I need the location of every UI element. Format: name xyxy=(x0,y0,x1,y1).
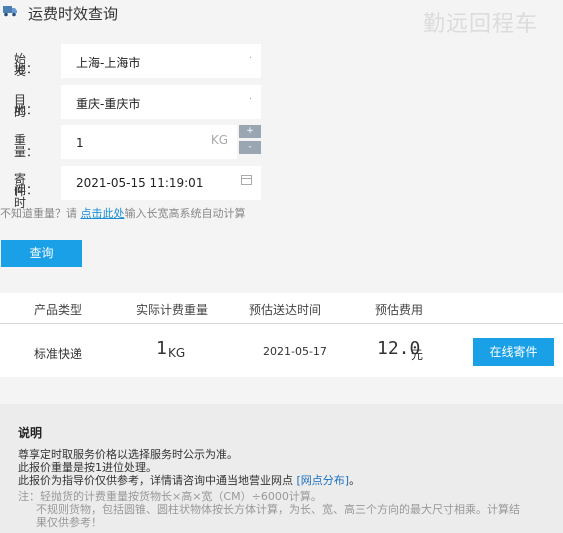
weight-label: 重量： xyxy=(14,133,39,159)
origin-label-line2: 地： xyxy=(14,62,39,76)
notes-line-3-suffix: 。 xyxy=(349,474,361,487)
send-time-label-line2: 间： xyxy=(14,183,39,197)
header-eta: 预估送达时间 xyxy=(249,303,322,317)
calendar-icon[interactable] xyxy=(241,175,252,185)
destination-value: 重庆-重庆市 xyxy=(76,97,141,111)
notes-note-3: 果仅供参考！ xyxy=(36,516,102,529)
header-billing-weight: 实际计费重量 xyxy=(136,303,209,317)
send-time-input[interactable]: 2021-05-15 11:19:01 xyxy=(61,166,261,200)
notes-line-3-prefix: 此报价为指导价仅供参考，详情请咨询中通当地营业网点 xyxy=(18,474,297,487)
header: 运费时效查询 勤远回程车 xyxy=(0,0,563,38)
results-header: 产品类型 实际计费重量 预估送达时间 预估费用 xyxy=(0,293,563,324)
weight-value: 1 xyxy=(76,136,84,150)
notes-title: 说明 xyxy=(18,426,43,440)
destination-label-line2: 地： xyxy=(14,103,39,117)
weight-increment-button[interactable]: + xyxy=(239,125,261,138)
watermark-logo: 勤远回程车 xyxy=(423,12,539,37)
online-send-button[interactable]: 在线寄件 xyxy=(473,338,554,366)
fee-unit: 元 xyxy=(411,348,424,362)
query-button[interactable]: 查询 xyxy=(1,240,82,267)
billing-weight-value: 1 xyxy=(156,338,167,359)
notes-section: 说明 尊享定时取服务价格以选择服务时公示为准。 此报价重量是按1进位处理。 此报… xyxy=(0,404,563,533)
results-table: 产品类型 实际计费重量 预估送达时间 预估费用 标准快递 1 KG 2021-0… xyxy=(0,293,563,377)
branch-distribution-link[interactable]: [网点分布] xyxy=(297,474,350,487)
destination-select[interactable]: 重庆-重庆市 · xyxy=(61,85,261,119)
notes-note-2: 不规则货物，包括圆锥、圆柱状物体按长方体计算，为长、宽、高三个方向的最大尺寸相乘… xyxy=(36,503,520,516)
page-title: 运费时效查询 xyxy=(28,5,119,23)
hint-calculate-link[interactable]: 点击此处 xyxy=(81,207,125,220)
product-type-value: 标准快递 xyxy=(34,347,83,361)
notes-line-3: 此报价为指导价仅供参考，详情请咨询中通当地营业网点 [网点分布]。 xyxy=(18,472,360,488)
weight-input[interactable]: 1 KG xyxy=(61,125,237,159)
dropdown-dot-icon: · xyxy=(248,94,252,105)
billing-weight-unit: KG xyxy=(168,346,186,360)
send-time-value: 2021-05-15 11:19:01 xyxy=(76,176,204,190)
dropdown-dot-icon: · xyxy=(248,53,252,64)
weight-hint: 不知道重量？请 点击此处输入长宽高系统自动计算 xyxy=(0,205,246,221)
truck-icon xyxy=(3,6,17,17)
header-product-type: 产品类型 xyxy=(34,303,83,317)
hint-prefix: 不知道重量？请 xyxy=(0,207,81,220)
weight-decrement-button[interactable]: - xyxy=(239,141,261,154)
weight-unit: KG xyxy=(210,133,228,147)
hint-suffix: 输入长宽高系统自动计算 xyxy=(124,207,246,220)
origin-value: 上海-上海市 xyxy=(76,56,141,70)
header-fee: 预估费用 xyxy=(375,303,424,317)
origin-select[interactable]: 上海-上海市 · xyxy=(61,44,261,78)
eta-value: 2021-05-17 xyxy=(263,345,327,358)
